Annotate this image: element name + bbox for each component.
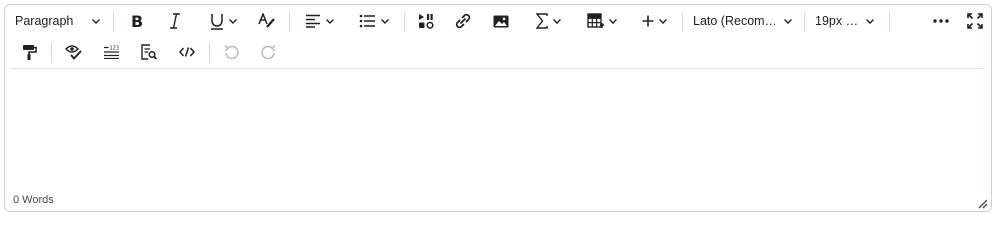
more-icon bbox=[933, 19, 949, 23]
insert-stuff-button[interactable] bbox=[411, 6, 441, 36]
status-bar: 0 Words bbox=[13, 191, 54, 209]
undo-button[interactable] bbox=[217, 37, 245, 67]
underline-icon bbox=[210, 13, 224, 30]
block-format-label: Paragraph bbox=[15, 14, 74, 28]
italic-icon bbox=[169, 13, 181, 29]
fullscreen-icon bbox=[967, 13, 983, 29]
editor-content-area[interactable] bbox=[5, 69, 991, 187]
toolbar-separator bbox=[889, 12, 890, 32]
source-code-button[interactable] bbox=[173, 37, 201, 67]
bold-icon: B bbox=[130, 13, 144, 29]
svg-text:B: B bbox=[131, 13, 143, 29]
rich-text-editor: Paragraph B Lato (Recom… 19px … 123 0 Wo… bbox=[4, 4, 992, 212]
align-dropdown[interactable] bbox=[299, 6, 341, 36]
plus-icon bbox=[642, 15, 654, 27]
link-button[interactable] bbox=[448, 6, 478, 36]
font-family-label: Lato (Recom… bbox=[693, 14, 775, 28]
toolbar-separator bbox=[804, 12, 805, 32]
font-size-dropdown[interactable]: 19px … bbox=[815, 6, 879, 36]
chevron-down-icon bbox=[228, 16, 238, 26]
text-color-icon bbox=[258, 13, 276, 29]
table-dropdown[interactable] bbox=[581, 6, 623, 36]
image-button[interactable] bbox=[486, 6, 516, 36]
sigma-icon bbox=[536, 13, 548, 29]
accessibility-checker-button[interactable] bbox=[59, 37, 87, 67]
text-color-button[interactable] bbox=[254, 6, 280, 36]
accessibility-checker-icon bbox=[64, 44, 82, 60]
insert-stuff-icon bbox=[418, 13, 434, 29]
font-size-label: 19px … bbox=[815, 14, 859, 28]
equation-dropdown[interactable] bbox=[529, 6, 569, 36]
chevron-down-icon bbox=[552, 16, 562, 26]
underline-dropdown[interactable] bbox=[201, 6, 247, 36]
font-family-dropdown[interactable]: Lato (Recom… bbox=[693, 6, 793, 36]
resize-handle[interactable] bbox=[976, 196, 988, 209]
source-code-icon bbox=[179, 47, 195, 57]
fullscreen-button[interactable] bbox=[961, 6, 989, 36]
image-icon bbox=[493, 15, 509, 28]
toolbar-row-2: 123 bbox=[9, 37, 987, 67]
insert-dropdown[interactable] bbox=[637, 6, 673, 36]
word-count: 0 Words bbox=[13, 194, 54, 206]
redo-icon bbox=[260, 44, 276, 60]
chevron-down-icon bbox=[325, 16, 335, 26]
chevron-down-icon bbox=[608, 16, 618, 26]
more-button[interactable] bbox=[927, 6, 955, 36]
toolbar-separator bbox=[289, 12, 290, 32]
svg-text:123: 123 bbox=[109, 46, 119, 52]
table-icon bbox=[586, 13, 604, 29]
italic-button[interactable] bbox=[160, 6, 190, 36]
redo-button[interactable] bbox=[254, 37, 282, 67]
chevron-down-icon bbox=[91, 16, 101, 26]
chevron-down-icon bbox=[865, 16, 875, 26]
line-height-icon: 123 bbox=[103, 45, 120, 59]
align-left-icon bbox=[305, 14, 321, 28]
toolbar-row-1: Paragraph B Lato (Recom… 19px … bbox=[9, 6, 987, 36]
bold-button[interactable]: B bbox=[122, 6, 152, 36]
preview-button[interactable] bbox=[135, 37, 163, 67]
toolbar-separator bbox=[209, 43, 210, 63]
toolbar-separator bbox=[113, 12, 114, 32]
link-icon bbox=[455, 13, 471, 29]
format-painter-button[interactable] bbox=[15, 37, 43, 67]
toolbar-separator bbox=[51, 43, 52, 63]
chevron-down-icon bbox=[380, 16, 390, 26]
resize-icon bbox=[978, 199, 988, 209]
toolbar-separator bbox=[404, 12, 405, 32]
chevron-down-icon bbox=[783, 16, 793, 26]
chevron-down-icon bbox=[658, 16, 668, 26]
toolbar-separator bbox=[682, 12, 683, 32]
line-height-button[interactable]: 123 bbox=[97, 37, 125, 67]
format-painter-icon bbox=[22, 44, 37, 60]
editor-toolbar: Paragraph B Lato (Recom… 19px … 123 bbox=[5, 5, 991, 69]
bulleted-list-icon bbox=[359, 14, 376, 28]
block-format-dropdown[interactable]: Paragraph bbox=[15, 6, 107, 36]
undo-icon bbox=[223, 44, 239, 60]
list-dropdown[interactable] bbox=[353, 6, 395, 36]
preview-icon bbox=[141, 44, 157, 60]
